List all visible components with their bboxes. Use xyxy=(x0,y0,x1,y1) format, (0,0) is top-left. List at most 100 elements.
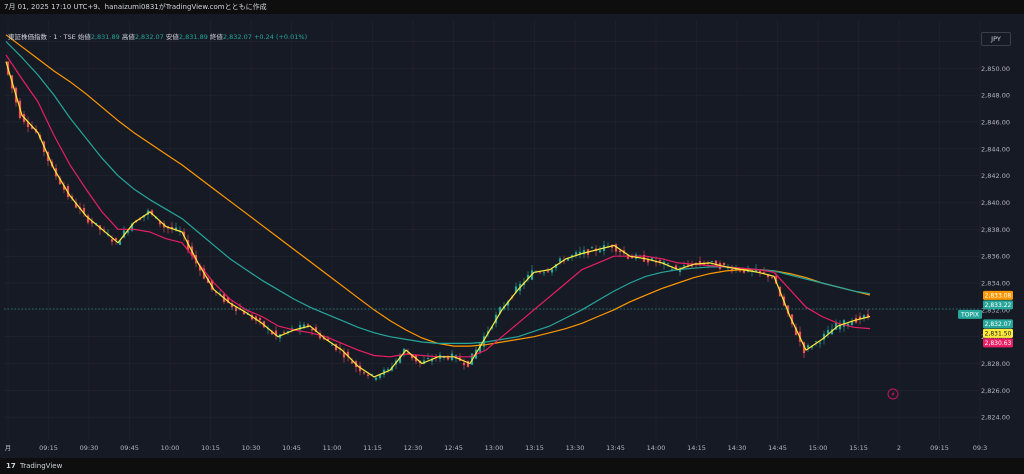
y-axis[interactable]: 2,824.002,826.002,828.002,830.002,832.00… xyxy=(981,38,1010,422)
candle-body xyxy=(722,262,726,266)
x-tick-label: 10:30 xyxy=(242,444,261,452)
x-tick-label: 11:00 xyxy=(323,444,342,452)
x-axis[interactable]: 月 09:15 09:30 09:45 10:00 10:15 10:30 10:45 11:0… xyxy=(5,444,988,452)
x-tick-label: 09:15 xyxy=(39,444,58,452)
x-tick-label: 09:45 xyxy=(120,444,139,452)
y-tick-label: 2,850.00 xyxy=(981,65,1010,73)
ma-line xyxy=(5,54,871,358)
candle-body xyxy=(542,272,546,274)
candle-body xyxy=(666,263,670,265)
x-tick-label: 12:45 xyxy=(444,444,463,452)
y-tick-label: 2,828.00 xyxy=(981,360,1010,368)
candle-body xyxy=(574,252,578,255)
x-tick-label: 09:3 xyxy=(973,444,988,452)
y-tick-label: 2,824.00 xyxy=(981,414,1010,422)
y-tick-label: 2,842.00 xyxy=(981,172,1010,180)
price-badge-label: 2,831.50 xyxy=(985,330,1012,337)
candle-body xyxy=(110,239,114,242)
candle-body xyxy=(758,270,762,273)
candle-body xyxy=(362,372,366,374)
candle-body xyxy=(658,259,662,262)
high-label: 高値 xyxy=(121,33,135,41)
x-tick-label: 11:15 xyxy=(363,444,382,452)
footer-bar: 17 TradingView xyxy=(0,458,1024,474)
x-tick-label: 13:00 xyxy=(485,444,504,452)
candle-body xyxy=(282,331,286,333)
x-tick-label: 14:45 xyxy=(768,444,787,452)
candle-body xyxy=(374,377,378,380)
price-badges: 2,833.08 2,833.22 TOPIX 2,832.07 2,831.50 2,8… xyxy=(958,290,1013,348)
x-tick-label: 月 xyxy=(5,444,12,452)
price-badge-label: 2,832.07 xyxy=(985,321,1012,328)
grid-lines xyxy=(4,20,981,440)
price-badge-label: 2,833.08 xyxy=(985,292,1012,299)
symbol-label[interactable]: 東証株価指数 · 1 · TSE xyxy=(8,33,76,41)
x-tick-label: 12:30 xyxy=(404,444,423,452)
candle-body xyxy=(550,269,554,273)
candle-body xyxy=(330,344,334,346)
candle-body xyxy=(366,374,370,376)
x-tick-label: 13:45 xyxy=(606,444,625,452)
candle-body xyxy=(670,268,674,270)
change-value: +0.24 (+0.01%) xyxy=(253,33,308,41)
open-label: 始値 xyxy=(77,33,91,41)
x-tick-label: 10:15 xyxy=(201,444,220,452)
price-badge-label: 2,833.22 xyxy=(985,302,1012,309)
candle-body xyxy=(682,265,686,267)
x-tick-label: 09:30 xyxy=(80,444,99,452)
candle-body xyxy=(590,247,594,249)
candle-body xyxy=(806,345,810,348)
tradingview-brand: TradingView xyxy=(20,462,63,470)
y-tick-label: 2,846.00 xyxy=(981,118,1010,126)
y-tick-label: 2,826.00 xyxy=(981,387,1010,395)
y-tick-label: 2,838.00 xyxy=(981,226,1010,234)
moving-averages xyxy=(5,34,871,378)
chart-window: 7月 01, 2025 17:10 UTC+9、hanaizumi0831がTr… xyxy=(0,0,1024,474)
candle-body xyxy=(558,258,562,262)
close-label: 終値 xyxy=(209,33,223,41)
price-chart[interactable]: 2,824.002,826.002,828.002,830.002,832.00… xyxy=(0,14,1024,458)
candle-body xyxy=(426,358,430,359)
candle-body xyxy=(258,317,262,321)
ma-line xyxy=(5,61,871,378)
candle-body xyxy=(386,369,390,370)
candle-body xyxy=(462,362,466,366)
candle-body xyxy=(762,272,766,273)
y-tick-label: 2,844.00 xyxy=(981,145,1010,153)
ma-line xyxy=(5,41,871,344)
candle-body xyxy=(546,271,550,273)
candle-body xyxy=(738,270,742,272)
open-value: 2,831.89 xyxy=(90,33,120,41)
candle-body xyxy=(310,328,314,331)
candle-body xyxy=(818,342,822,344)
candle-body xyxy=(850,321,854,326)
x-tick-label: 13:30 xyxy=(566,444,585,452)
x-tick-label: 14:00 xyxy=(647,444,666,452)
candle-body xyxy=(538,272,542,274)
x-tick-label: 09:15 xyxy=(930,444,949,452)
low-label: 安値 xyxy=(165,33,179,41)
candle-body xyxy=(770,277,774,278)
y-tick-label: 2,848.00 xyxy=(981,92,1010,100)
high-value: 2,832.07 xyxy=(134,33,164,41)
low-value: 2,831.89 xyxy=(178,33,208,41)
candle-body xyxy=(710,260,714,262)
candle-body xyxy=(598,250,602,253)
candle-body xyxy=(814,341,818,343)
x-tick-label: 2 xyxy=(897,444,901,452)
x-tick-label: 15:00 xyxy=(809,444,828,452)
tradingview-logo-icon: 17 xyxy=(6,462,16,470)
currency-button[interactable]: JPY xyxy=(981,32,1011,46)
y-tick-label: 2,840.00 xyxy=(981,199,1010,207)
x-tick-label: 14:15 xyxy=(687,444,706,452)
x-tick-label: 14:30 xyxy=(728,444,747,452)
price-badge-label: 2,830.63 xyxy=(985,340,1012,347)
candle-body xyxy=(446,357,450,360)
chart-panel[interactable]: 2,824.002,826.002,828.002,830.002,832.00… xyxy=(0,14,1024,458)
price-badge-label: TOPIX xyxy=(960,311,979,318)
x-tick-label: 15:15 xyxy=(849,444,868,452)
y-tick-label: 2,836.00 xyxy=(981,253,1010,261)
x-tick-label: 10:00 xyxy=(161,444,180,452)
chart-legend: 東証株価指数 · 1 · TSE 始値2,831.89 高値2,832.07 安… xyxy=(8,32,307,42)
x-tick-label: 13:15 xyxy=(525,444,544,452)
